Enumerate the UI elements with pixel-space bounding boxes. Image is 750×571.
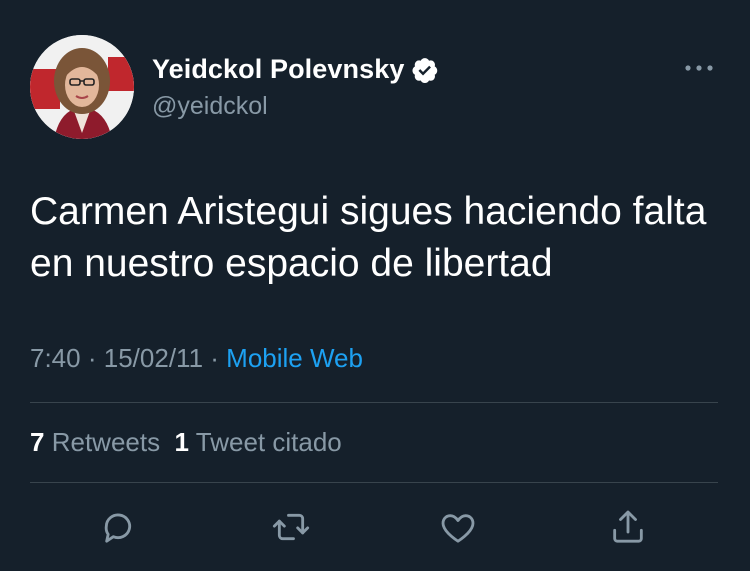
divider [30,482,718,483]
quotes-label: Tweet citado [195,427,342,457]
meta-separator: · [210,343,219,373]
user-handle[interactable]: @yeidckol [152,92,268,121]
divider [30,402,718,403]
retweet-icon[interactable] [271,507,311,547]
quotes-stat[interactable]: 1 Tweet citado [175,427,342,457]
quotes-count: 1 [174,427,190,457]
more-options-icon[interactable] [682,56,716,80]
meta-separator: · [87,343,97,373]
tweet-date[interactable]: 15/02/11 [104,343,203,373]
avatar-image [30,35,134,139]
tweet-metadata: 7:40 · 15/02/11 · Mobile Web [30,343,363,374]
retweets-label: Retweets [51,427,161,457]
engagement-stats: 7 Retweets 1 Tweet citado [30,427,342,458]
tweet-time[interactable]: 7:40 [30,343,81,373]
avatar[interactable] [30,35,134,139]
display-name[interactable]: Yeidckol Polevnsky [152,54,404,85]
author-name-row: Yeidckol Polevnsky [152,54,439,85]
reply-icon[interactable] [98,507,138,547]
tweet-source-link[interactable]: Mobile Web [226,343,363,373]
tweet-text: Carmen Aristegui sigues haciendo falta e… [30,190,707,285]
retweets-count: 7 [30,427,45,457]
like-icon[interactable] [438,507,478,547]
retweets-stat[interactable]: 7 Retweets [30,427,160,457]
share-icon[interactable] [608,507,648,547]
verified-badge-icon [412,57,438,83]
